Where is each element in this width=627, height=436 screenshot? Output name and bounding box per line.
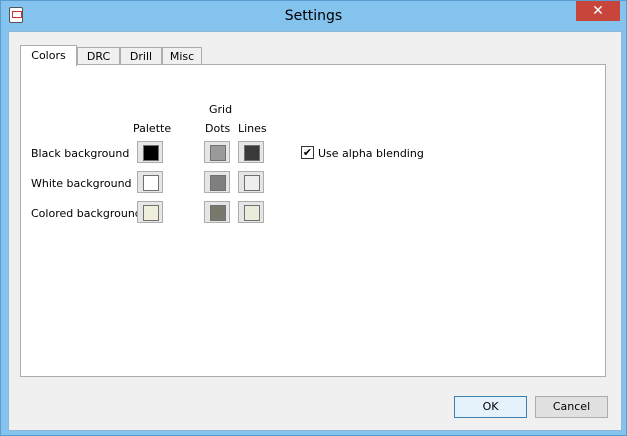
tab-misc[interactable]: Misc [162, 47, 202, 65]
tab-drc[interactable]: DRC [77, 47, 120, 65]
window-title: Settings [284, 8, 343, 24]
black-bg-palette-swatch[interactable] [137, 141, 163, 163]
dots-header: Dots [205, 122, 231, 135]
title-bar[interactable]: Settings ✕ [1, 1, 626, 31]
colors-panel: Grid Palette Dots Lines Black background… [20, 64, 606, 377]
colored-bg-dots-swatch[interactable] [204, 201, 230, 223]
dialog-body: Colors DRC Drill Misc Grid Palette Dots … [8, 31, 622, 431]
swatch-color [244, 145, 260, 161]
swatch-color [210, 205, 226, 221]
swatch-color [143, 145, 159, 161]
close-icon: ✕ [592, 3, 604, 19]
colored-background-label: Colored background [31, 207, 142, 220]
grid-header: Grid [209, 103, 233, 116]
palette-header: Palette [133, 122, 172, 135]
alpha-blending-checkbox[interactable]: ✔ [301, 146, 314, 159]
white-bg-dots-swatch[interactable] [204, 171, 230, 193]
check-icon: ✔ [302, 146, 313, 159]
cancel-button[interactable]: Cancel [535, 396, 608, 418]
swatch-color [210, 145, 226, 161]
ok-button[interactable]: OK [454, 396, 527, 418]
black-background-label: Black background [31, 147, 130, 160]
colored-bg-palette-swatch[interactable] [137, 201, 163, 223]
white-background-label: White background [31, 177, 132, 190]
white-bg-lines-swatch[interactable] [238, 171, 264, 193]
tab-drill[interactable]: Drill [120, 47, 162, 65]
alpha-blending-label[interactable]: Use alpha blending [318, 147, 424, 160]
black-bg-dots-swatch[interactable] [204, 141, 230, 163]
close-button[interactable]: ✕ [576, 1, 620, 21]
black-bg-lines-swatch[interactable] [238, 141, 264, 163]
swatch-color [143, 175, 159, 191]
settings-window: Settings ✕ Colors DRC Drill Misc Grid Pa… [0, 0, 627, 436]
tab-colors[interactable]: Colors [20, 45, 77, 66]
swatch-color [244, 205, 260, 221]
colored-bg-lines-swatch[interactable] [238, 201, 264, 223]
swatch-color [244, 175, 260, 191]
white-bg-palette-swatch[interactable] [137, 171, 163, 193]
lines-header: Lines [238, 122, 267, 135]
swatch-color [143, 205, 159, 221]
swatch-color [210, 175, 226, 191]
